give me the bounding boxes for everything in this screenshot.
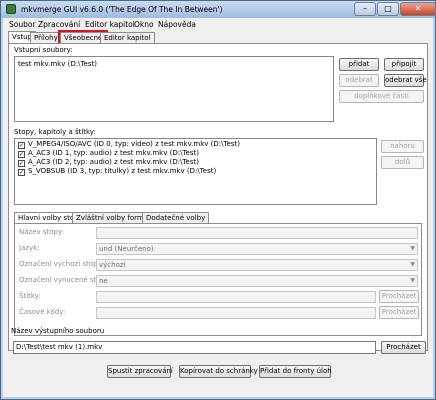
close-button[interactable]: ✕ xyxy=(400,2,436,16)
menu-editor-kapitol[interactable]: Editor kapitol xyxy=(85,20,135,29)
track-checkbox[interactable]: ✓ xyxy=(18,169,25,176)
additional-parts-button[interactable]: doplňkové části xyxy=(339,90,424,103)
minimize-button[interactable]: – xyxy=(354,2,376,16)
window-title: mkvmerge GUI v6.6.0 ('The Edge Of The In… xyxy=(21,5,223,14)
language-label: Jazyk: xyxy=(19,244,40,252)
menu-okno[interactable]: Okno xyxy=(134,20,154,29)
timecodes-label: Časové kódy: xyxy=(19,308,66,316)
app-icon xyxy=(6,4,16,14)
add-button[interactable]: přidat xyxy=(339,58,379,71)
track-row[interactable]: S_VOBSUB (ID 3, typ: titulky) z test mkv… xyxy=(28,167,216,175)
tags-label: Štítky: xyxy=(19,292,41,300)
timecodes-browse-button[interactable]: Procházet xyxy=(379,306,419,319)
add-to-job-queue-button[interactable]: Přidat do fronty úloh xyxy=(259,365,332,378)
forced-track-select[interactable]: ne ▼ xyxy=(96,275,418,287)
output-file-label: Název výstupního souboru xyxy=(11,327,105,335)
title-bar[interactable]: mkvmerge GUI v6.6.0 ('The Edge Of The In… xyxy=(1,1,436,18)
menu-soubor[interactable]: Soubor xyxy=(9,20,36,29)
default-track-select[interactable]: výchozí ▼ xyxy=(96,259,418,271)
menu-bar: Soubor Zpracování Editor kapitol Okno Ná… xyxy=(3,18,433,31)
track-checkbox[interactable]: ✓ xyxy=(18,151,25,158)
menu-napoveda[interactable]: Nápověda xyxy=(158,20,196,29)
move-up-button[interactable]: nahoru xyxy=(381,140,424,153)
input-files-list[interactable]: test mkv.mkv (D:\Test) xyxy=(14,56,334,122)
language-select[interactable]: und (Neurčeno) ▼ xyxy=(96,243,418,255)
tab-extra-options[interactable]: Dodatečné volby xyxy=(142,212,210,223)
chevron-down-icon: ▼ xyxy=(410,277,415,284)
chevron-down-icon: ▼ xyxy=(410,261,415,268)
menu-zpracovani[interactable]: Zpracování xyxy=(38,20,80,29)
main-area: Vstup Přílohy Všeobecné Editor kapitol V… xyxy=(3,30,433,397)
output-file-field[interactable]: D:\Test\test mkv (1).mkv xyxy=(13,341,376,354)
list-item[interactable]: test mkv.mkv (D:\Test) xyxy=(18,60,97,68)
track-checkbox[interactable]: ✓ xyxy=(18,160,25,167)
move-down-button[interactable]: dolů xyxy=(381,156,424,169)
chevron-down-icon: ▼ xyxy=(410,245,415,252)
input-panel: Vstupní soubory: test mkv.mkv (D:\Test) … xyxy=(8,43,428,351)
app-window: mkvmerge GUI v6.6.0 ('The Edge Of The In… xyxy=(0,0,436,400)
append-button[interactable]: připojit xyxy=(384,58,424,71)
default-track-value: výchozí xyxy=(99,261,126,269)
track-row[interactable]: A_AC3 (ID 2, typ: audio) z test mkv.mkv … xyxy=(28,158,199,166)
track-options-section: Hlavní volby stopy Zvláštní volby formát… xyxy=(14,212,424,337)
default-track-label: Označení výchozí stopy: xyxy=(19,260,104,268)
copy-to-clipboard-button[interactable]: Kopírovat do schránky xyxy=(179,365,258,378)
track-options-panel: Název stopy: Jazyk: und (Neurčeno) ▼ Ozn… xyxy=(14,223,422,336)
tracks-label: Stopy, kapitoly a štítky: xyxy=(14,128,96,136)
track-row[interactable]: V_MPEG4/ISO/AVC (ID 0, typ: video) z tes… xyxy=(28,140,240,148)
maximize-button[interactable]: □ xyxy=(377,2,399,16)
remove-all-button[interactable]: odebrat vše xyxy=(384,74,427,87)
timecodes-field[interactable] xyxy=(96,307,376,319)
track-name-label: Název stopy: xyxy=(19,228,64,236)
tags-browse-button[interactable]: Procházet xyxy=(379,290,419,303)
start-muxing-button[interactable]: Spustit zpracování xyxy=(107,365,173,378)
tab-editor-kapitol[interactable]: Editor kapitol xyxy=(100,32,155,43)
track-name-field[interactable] xyxy=(96,227,418,239)
language-value: und (Neurčeno) xyxy=(99,245,154,253)
tags-field[interactable] xyxy=(96,291,376,303)
remove-button[interactable]: odebrat xyxy=(339,74,379,87)
tracks-list[interactable]: ✓ V_MPEG4/ISO/AVC (ID 0, typ: video) z t… xyxy=(14,138,377,205)
forced-track-value: ne xyxy=(99,277,108,285)
track-row[interactable]: A_AC3 (ID 1, typ: audio) z test mkv.mkv … xyxy=(28,149,199,157)
output-browse-button[interactable]: Procházet xyxy=(381,341,426,354)
track-checkbox[interactable]: ✓ xyxy=(18,142,25,149)
tab-prilohy[interactable]: Přílohy xyxy=(30,32,62,43)
input-files-label: Vstupní soubory: xyxy=(14,46,73,54)
